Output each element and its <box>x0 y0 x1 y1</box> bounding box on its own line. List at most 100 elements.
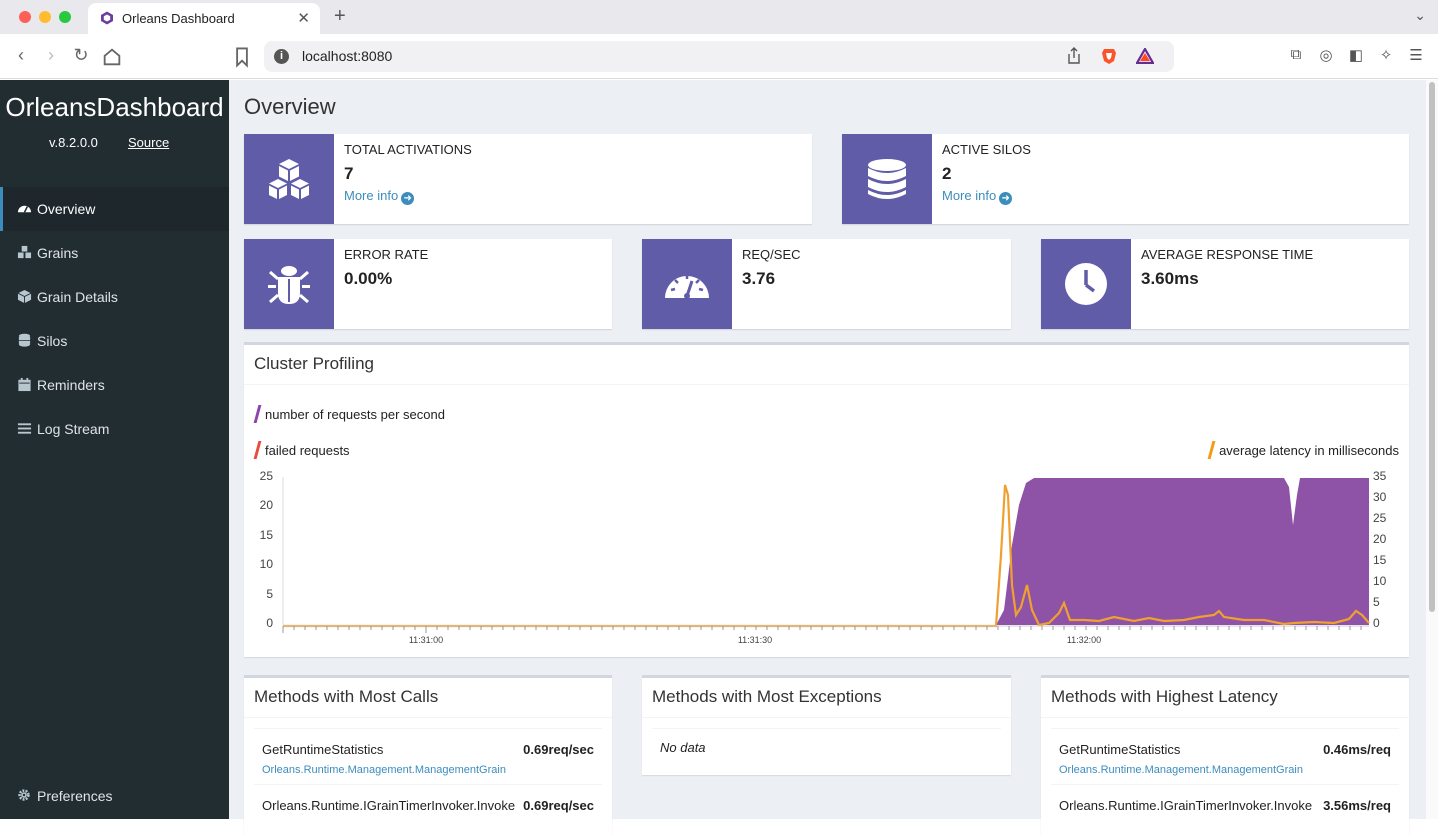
cubes-icon <box>244 134 334 224</box>
box-header: Methods with Most Exceptions <box>642 678 1011 718</box>
legend-label: number of requests per second <box>265 407 445 422</box>
divider <box>652 728 1001 730</box>
sidebar-item-preferences[interactable]: Preferences <box>0 776 229 816</box>
bookmark-icon[interactable] <box>231 46 253 68</box>
browser-window: Orleans Dashboard ✕ + ⌄ ‹ › ↻ i localhos… <box>0 0 1438 835</box>
minimize-window-button[interactable] <box>39 11 51 23</box>
right-tick: 0 <box>1373 616 1380 630</box>
version-label: v.8.2.0.0 <box>49 135 98 150</box>
req-sec-value: 3.76 <box>742 269 776 288</box>
close-window-button[interactable] <box>19 11 31 23</box>
avg-response-value: 3.60ms <box>1141 269 1199 288</box>
box-header: Methods with Most Calls <box>244 678 612 718</box>
sidebar-item-label: Log Stream <box>37 421 110 437</box>
brave-rewards-icon[interactable] <box>1136 48 1154 64</box>
source-link[interactable]: Source <box>128 135 169 150</box>
legend-label: average latency in milliseconds <box>1219 443 1399 458</box>
error-rate-box: ERROR RATE 0.00% <box>244 239 612 329</box>
x-tick-label: 11:31:00 <box>409 635 443 645</box>
sidebar-item-label: Grains <box>37 245 79 261</box>
address-bar[interactable]: i localhost:8080 <box>264 41 1174 72</box>
most-exceptions-box: Methods with Most Exceptions No data <box>642 675 1011 775</box>
gear-icon <box>18 789 30 801</box>
orleans-favicon-icon <box>101 11 113 25</box>
clock-icon <box>1041 239 1131 329</box>
maximize-window-button[interactable] <box>59 11 71 23</box>
bars-icon <box>17 423 32 434</box>
sidebar-item-grains[interactable]: Grains <box>0 231 229 275</box>
legend-swatch <box>253 405 262 423</box>
database-icon <box>18 333 31 347</box>
url-text[interactable]: localhost:8080 <box>302 48 392 64</box>
preferences-label: Preferences <box>37 788 113 804</box>
more-info-label: More info <box>942 188 997 203</box>
legend-latency: average latency in milliseconds <box>1207 441 1399 459</box>
active-silos-more-info-link[interactable]: More info ➜ <box>942 188 1013 205</box>
page-title: Overview <box>244 94 336 119</box>
dashboard-icon <box>17 205 32 213</box>
box-header: Methods with Highest Latency <box>1041 678 1409 718</box>
browser-tab[interactable]: Orleans Dashboard ✕ <box>88 3 320 34</box>
total-activations-more-info-link[interactable]: More info ➜ <box>344 188 415 205</box>
browser-toolbar: ‹ › ↻ i localhost:8080 ⧉ ◎ ◧ ✧ ☰ <box>0 34 1438 79</box>
sidebar-item-log-stream[interactable]: Log Stream <box>0 407 229 451</box>
wallet-icon[interactable]: ◎ <box>1317 46 1335 64</box>
home-icon[interactable] <box>101 46 123 68</box>
sidebar-item-silos[interactable]: Silos <box>0 319 229 363</box>
legend-failed: failed requests <box>253 441 350 459</box>
tab-strip: Orleans Dashboard ✕ + ⌄ <box>0 0 1438 34</box>
main-content: Overview TOTAL ACTIVATIONS 7 More info ➜ … <box>229 80 1426 835</box>
left-tick: 10 <box>260 557 274 571</box>
site-info-icon[interactable]: i <box>274 49 289 64</box>
error-rate-label: ERROR RATE <box>344 247 429 262</box>
active-silos-box: ACTIVE SILOS 2 More info ➜ <box>842 134 1409 224</box>
dashboard-page: OrleansDashboard v.8.2.0.0 Source Overvi… <box>0 80 1438 835</box>
tab-title: Orleans Dashboard <box>122 11 235 26</box>
tab-list-chevron-icon[interactable]: ⌄ <box>1414 7 1426 24</box>
sidebar-item-reminders[interactable]: Reminders <box>0 363 229 407</box>
new-tab-icon[interactable]: + <box>334 5 346 28</box>
table-row: GetRuntimeStatistics 0.69req/sec Orleans… <box>254 728 602 784</box>
sidebar-toggle-icon[interactable]: ◧ <box>1347 46 1365 64</box>
forward-icon[interactable]: › <box>40 44 62 66</box>
req-sec-label: REQ/SEC <box>742 247 801 262</box>
grain-link[interactable]: Orleans.Runtime.Management.ManagementGra… <box>262 764 506 776</box>
most-calls-title: Methods with Most Calls <box>254 687 439 706</box>
error-rate-value: 0.00% <box>344 269 393 288</box>
most-exceptions-title: Methods with Most Exceptions <box>652 687 882 706</box>
method-name: GetRuntimeStatistics <box>1059 742 1181 757</box>
sidebar-item-label: Silos <box>37 333 68 349</box>
sidebar-item-grain-details[interactable]: Grain Details <box>0 275 229 319</box>
box-header: Cluster Profiling <box>244 345 1409 385</box>
avg-response-label: AVERAGE RESPONSE TIME <box>1141 247 1314 262</box>
extensions-icon[interactable]: ⧉ <box>1287 46 1305 64</box>
series-requests-area <box>996 478 1369 625</box>
sidebar-item-overview[interactable]: Overview <box>0 187 229 231</box>
sidebar-item-label: Overview <box>37 201 96 217</box>
brand-title[interactable]: OrleansDashboard <box>0 92 229 123</box>
method-name: Orleans.Runtime.IGrainTimerInvoker.Invok… <box>262 798 516 813</box>
right-tick: 5 <box>1373 595 1380 609</box>
page-scrollbar[interactable] <box>1426 80 1438 819</box>
grain-link[interactable]: Orleans.Runtime.Management.ManagementGra… <box>1059 764 1303 776</box>
leo-ai-icon[interactable]: ✧ <box>1377 46 1395 64</box>
back-icon[interactable]: ‹ <box>10 44 32 66</box>
reload-icon[interactable]: ↻ <box>70 44 92 66</box>
right-tick: 35 <box>1373 469 1387 483</box>
legend-swatch <box>253 441 262 459</box>
no-data-label: No data <box>660 740 706 755</box>
left-tick: 0 <box>266 616 273 630</box>
scrollbar-thumb[interactable] <box>1429 82 1435 612</box>
avg-response-box: AVERAGE RESPONSE TIME 3.60ms <box>1041 239 1409 329</box>
sidebar-item-label: Grain Details <box>37 289 118 305</box>
arrow-circle-right-icon: ➜ <box>401 192 415 205</box>
legend-label: failed requests <box>265 443 350 458</box>
total-activations-label: TOTAL ACTIVATIONS <box>344 142 472 157</box>
menu-icon[interactable]: ☰ <box>1407 46 1425 64</box>
cluster-profiling-title: Cluster Profiling <box>254 354 374 373</box>
share-icon[interactable] <box>1066 47 1082 65</box>
tab-close-icon[interactable]: ✕ <box>297 9 310 27</box>
more-info-label: More info <box>344 188 399 203</box>
brave-shields-icon[interactable] <box>1100 47 1118 65</box>
right-tick: 30 <box>1373 490 1387 504</box>
